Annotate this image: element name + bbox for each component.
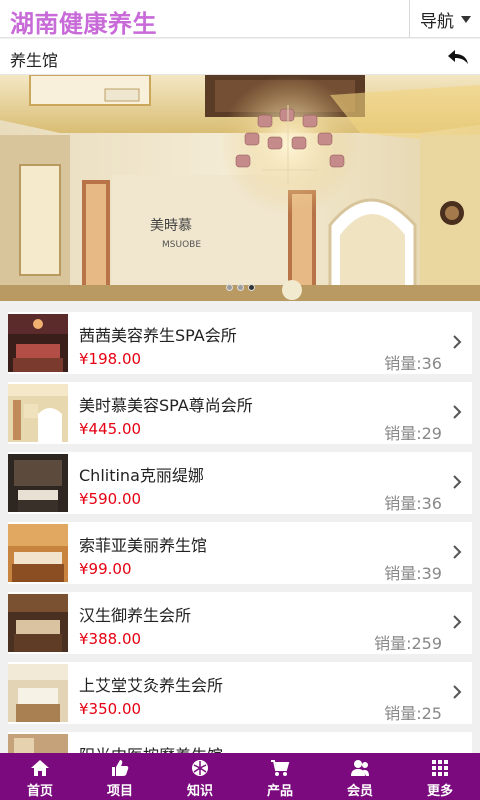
- tab-more[interactable]: 更多: [400, 753, 480, 800]
- item-thumbnail: [8, 664, 68, 722]
- grid-icon: [432, 760, 448, 776]
- item-sales: 销量:36: [384, 494, 442, 513]
- item-name: 茜茜美容养生SPA会所: [79, 326, 237, 345]
- banner-sign-sub: MSUOBE: [162, 240, 201, 250]
- item-name: 美时慕美容SPA尊尚会所: [79, 396, 253, 415]
- list-item[interactable]: Chlitina克丽缇娜 ¥590.00 销量:36: [8, 452, 472, 514]
- item-name: 汉生御养生会所: [79, 606, 192, 625]
- tab-label: 更多: [426, 784, 453, 799]
- list-item[interactable]: 美时慕美容SPA尊尚会所 ¥445.00 销量:29: [8, 382, 472, 444]
- tab-label: 产品: [266, 784, 293, 799]
- cart-icon: [271, 760, 290, 776]
- item-thumbnail: [8, 454, 68, 512]
- carousel-dot-active[interactable]: [248, 284, 255, 291]
- carousel-dot[interactable]: [226, 284, 233, 291]
- item-price: ¥445.00: [79, 420, 142, 438]
- item-name: Chlitina克丽缇娜: [79, 466, 204, 485]
- chevron-right-icon: [453, 615, 462, 629]
- tab-label: 知识: [186, 784, 213, 799]
- item-sales: 销量:25: [384, 704, 442, 723]
- chevron-right-icon: [453, 475, 462, 489]
- item-price: ¥388.00: [79, 630, 142, 648]
- back-arrow-icon[interactable]: [446, 47, 470, 67]
- tab-label: 项目: [106, 784, 133, 799]
- nav-dropdown-label: 导航: [420, 11, 454, 32]
- aperture-icon: [192, 760, 208, 776]
- tab-products[interactable]: 产品: [240, 753, 320, 800]
- members-icon: [351, 760, 369, 776]
- item-price: ¥99.00: [79, 560, 132, 578]
- home-icon: [31, 760, 49, 776]
- chevron-right-icon: [453, 335, 462, 349]
- item-price: ¥590.00: [79, 490, 142, 508]
- item-name: 上艾堂艾灸养生会所: [79, 676, 224, 695]
- item-thumbnail: [8, 594, 68, 652]
- thumbs-up-icon: [112, 760, 129, 776]
- item-sales: 销量:29: [384, 424, 442, 443]
- item-thumbnail: [8, 384, 68, 442]
- tab-members[interactable]: 会员: [320, 753, 400, 800]
- tab-home[interactable]: 首页: [0, 753, 80, 800]
- page-subheader: 养生馆: [0, 39, 480, 75]
- caret-down-icon: [461, 15, 471, 23]
- item-thumbnail: [8, 524, 68, 582]
- carousel-dot[interactable]: [237, 284, 244, 291]
- item-sales: 销量:259: [374, 634, 442, 653]
- tab-knowledge[interactable]: 知识: [160, 753, 240, 800]
- list-item[interactable]: 茜茜美容养生SPA会所 ¥198.00 销量:36: [8, 312, 472, 374]
- banner-carousel[interactable]: 美時慕 MSUOBE: [0, 75, 480, 301]
- chevron-right-icon: [453, 545, 462, 559]
- tab-projects[interactable]: 项目: [80, 753, 160, 800]
- nav-dropdown-button[interactable]: 导航: [420, 6, 471, 32]
- tab-label: 首页: [26, 784, 53, 799]
- app-title: 湖南健康养生: [10, 10, 157, 38]
- page-title: 养生馆: [10, 51, 59, 70]
- banner-sign: 美時慕: [150, 218, 192, 234]
- top-header: 湖南健康养生 导航: [0, 0, 480, 38]
- list-item[interactable]: 上艾堂艾灸养生会所 ¥350.00 销量:25: [8, 662, 472, 724]
- item-sales: 销量:36: [384, 354, 442, 373]
- header-divider: [409, 0, 410, 38]
- banner-image: 美時慕 MSUOBE: [0, 75, 480, 301]
- item-price: ¥198.00: [79, 350, 142, 368]
- app-root: 湖南健康养生 导航 养生馆 美時慕 MSUOBE 茜茜美容养生SPA会所 ¥19…: [0, 0, 480, 800]
- chevron-right-icon: [453, 685, 462, 699]
- chevron-right-icon: [453, 405, 462, 419]
- list-item[interactable]: 索菲亚美丽养生馆 ¥99.00 销量:39: [8, 522, 472, 584]
- item-thumbnail: [8, 314, 68, 372]
- list-item[interactable]: 汉生御养生会所 ¥388.00 销量:259: [8, 592, 472, 654]
- item-sales: 销量:39: [384, 564, 442, 583]
- item-name: 索菲亚美丽养生馆: [79, 536, 208, 555]
- item-price: ¥350.00: [79, 700, 142, 718]
- tab-label: 会员: [346, 784, 373, 799]
- carousel-dots: [226, 284, 255, 291]
- bottom-nav: 首页 项目 知识 产品 会员 更多: [0, 753, 480, 800]
